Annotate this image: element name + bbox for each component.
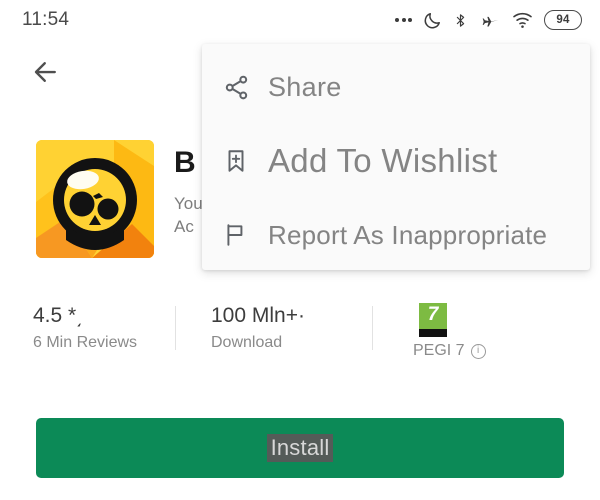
install-button[interactable]: Install: [36, 418, 564, 478]
back-arrow-icon: [31, 57, 61, 92]
app-meta: B You Ac: [154, 140, 203, 239]
rating-label: 6 Min Reviews: [33, 334, 138, 352]
menu-item-report-as-inappropriate[interactable]: Report As Inappropriate: [202, 198, 590, 272]
back-button[interactable]: [24, 52, 68, 96]
do-not-disturb-moon-icon: [423, 11, 442, 30]
more-dots-icon: [395, 18, 412, 22]
menu-item-share[interactable]: Share: [202, 50, 590, 124]
overflow-context-menu: Share Add To Wishlist Report As Inapprop…: [202, 44, 590, 270]
app-category[interactable]: Ac: [174, 216, 203, 239]
brawl-stars-app-icon: [36, 140, 154, 258]
downloads-label: Download: [211, 334, 283, 352]
menu-item-share-label: Share: [268, 71, 342, 102]
install-button-label: Install: [266, 434, 334, 462]
menu-item-add-to-wishlist-label: Add To Wishlist: [268, 142, 498, 179]
bluetooth-icon: [453, 11, 468, 30]
battery-level-label: 94: [556, 14, 570, 26]
pegi-badge-icon: 7: [419, 303, 447, 337]
flag-icon: [218, 222, 254, 248]
downloads-value: 100 Mln+·: [211, 304, 305, 327]
pegi-badge-number: 7: [427, 304, 439, 325]
share-nodes-icon: [218, 74, 254, 101]
menu-item-add-to-wishlist[interactable]: Add To Wishlist: [202, 124, 590, 198]
app-developer[interactable]: You: [174, 193, 203, 216]
status-bar: 11:54 94: [0, 0, 600, 40]
downloads-stat: 100 Mln+· Download: [176, 303, 372, 352]
wifi-icon: [512, 12, 533, 29]
bookmark-plus-icon: [218, 148, 254, 174]
pegi-label-row: PEGI 7 i: [413, 342, 486, 360]
airplane-mode-icon: [479, 10, 501, 30]
status-bar-clock: 11:54: [22, 9, 70, 30]
menu-item-report-as-inappropriate-label: Report As Inappropriate: [268, 219, 548, 250]
content-rating-stat: 7 PEGI 7 i: [373, 303, 553, 360]
rating-stat: 4.5 *͵ 6 Min Reviews: [0, 303, 175, 352]
pegi-label: PEGI 7: [413, 342, 465, 359]
app-title: B: [174, 146, 196, 179]
info-icon[interactable]: i: [470, 343, 486, 359]
app-stats-row: 4.5 *͵ 6 Min Reviews 100 Mln+· Download …: [0, 303, 600, 365]
status-bar-icons: 94: [395, 10, 582, 30]
rating-value: 4.5 *͵: [33, 304, 84, 327]
battery-icon: 94: [544, 10, 582, 30]
